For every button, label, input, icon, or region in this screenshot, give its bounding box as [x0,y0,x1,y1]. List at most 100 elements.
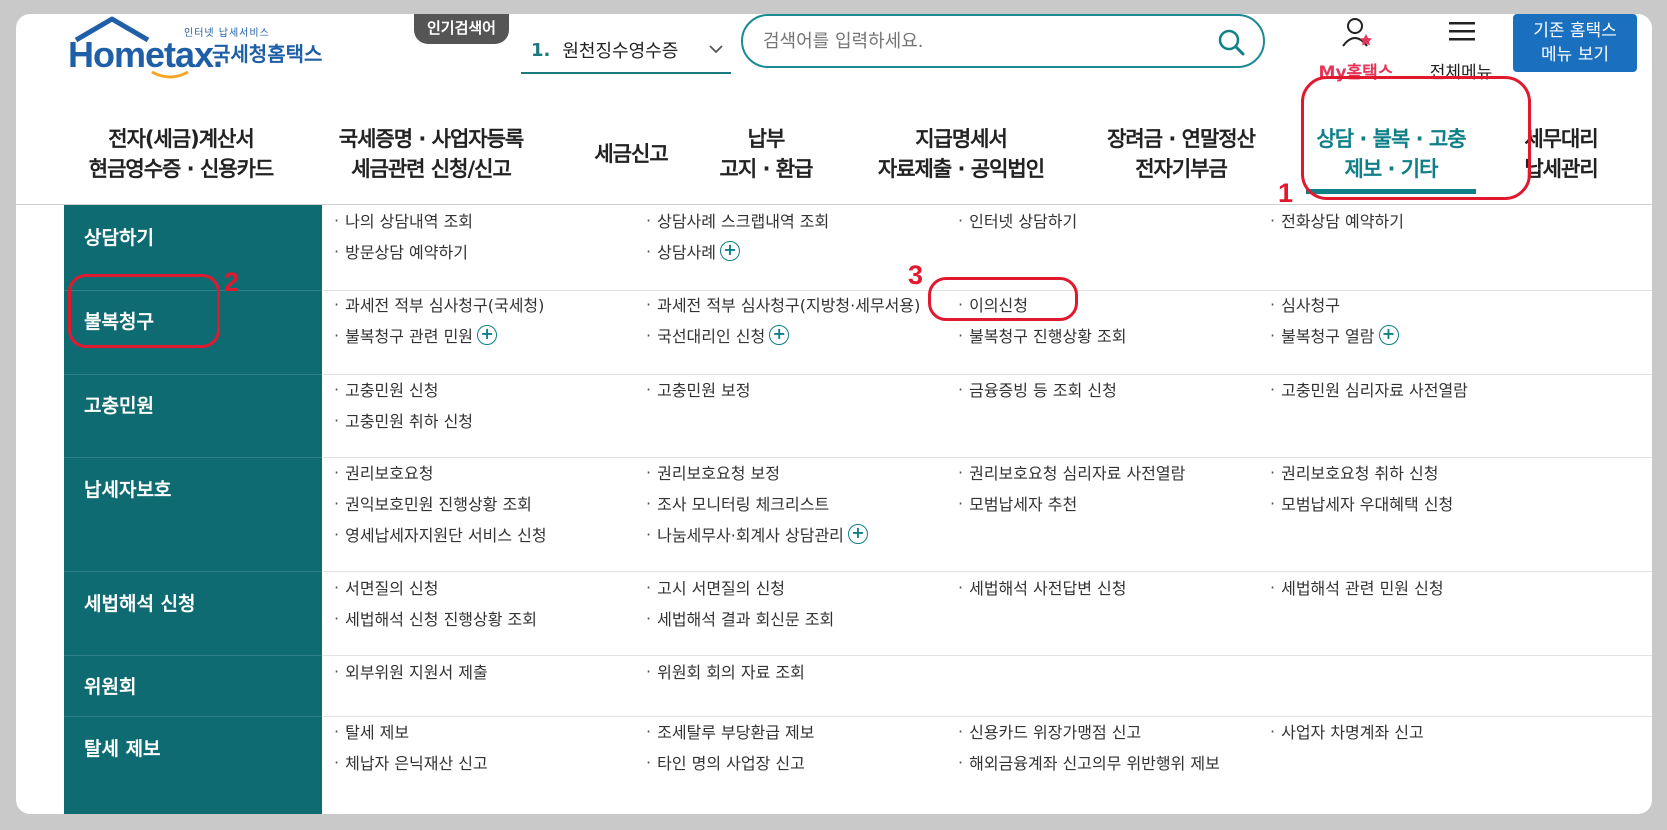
link-text: 세법해석 결과 회신문 조회 [657,610,835,629]
link-advance-ruling[interactable]: · 세법해석 사전답변 신청 [958,575,1126,599]
logo-wordmark: Hometax. [68,34,223,75]
my-hometax-button[interactable]: My홈택스 [1311,14,1401,84]
link-text: 모범납세자 우대혜택 신청 [1281,495,1454,514]
legacy-line2: 메뉴 보기 [1541,45,1609,65]
link-sharing-accountant[interactable]: · 나눔세무사·회계사 상담관리 + [646,522,868,546]
link-borrowed-account-report[interactable]: · 사업자 차명계좌 신고 [1270,719,1424,743]
annotation-box-3 [928,277,1078,321]
category-committee[interactable]: 위원회 [64,672,322,699]
link-rights-withdraw[interactable]: · 권리보호요청 취하 신청 [1270,460,1438,484]
link-audit-checklist[interactable]: · 조사 모니터링 체크리스트 [646,491,829,515]
gnb-label: 납부 [747,127,786,151]
search-box[interactable] [741,14,1265,68]
link-notice-written-inquiry[interactable]: · 고시 서면질의 신청 [646,575,785,599]
link-review-request[interactable]: · 심사청구 [1270,292,1340,316]
expand-plus-icon[interactable]: + [719,241,740,261]
link-committee-materials[interactable]: · 위원회 회의 자료 조회 [646,659,805,683]
link-offshore-account-report[interactable]: · 해외금융계좌 신고의무 위반행위 제보 [958,750,1220,774]
category-tax-evasion-report[interactable]: 탈세 제보 [64,734,322,761]
logo-korean: 국세청홈택스 [212,42,323,66]
link-rights-status[interactable]: · 권익보호민원 진행상황 조회 [334,491,532,515]
link-appeal-civil[interactable]: · 불복청구 관련 민원 + [334,323,498,347]
link-rights-protection[interactable]: · 권리보호요청 [334,460,433,484]
link-consult-cases[interactable]: · 상담사례 + [646,239,740,263]
link-nominee-business-report[interactable]: · 타인 명의 사업장 신고 [646,750,805,774]
link-text: 국선대리인 신청 [657,327,766,346]
link-visit-consult-reserve[interactable]: · 방문상담 예약하기 [334,239,468,263]
link-text: 사업자 차명계좌 신고 [1281,723,1424,742]
row-divider [322,655,1652,656]
gnb-item-payment-statement[interactable]: 지급명세서 자료제출 · 공익법인 [861,109,1061,199]
link-grievance-preview[interactable]: · 고충민원 심리자료 사전열람 [1270,377,1468,401]
gnb-item-invoice[interactable]: 전자(세금)계산서 현금영수증 · 신용카드 [66,109,296,199]
link-text: 인터넷 상담하기 [969,212,1078,231]
link-interpretation-status[interactable]: · 세법해석 신청 진행상황 조회 [334,606,537,630]
link-pre-audit-nts[interactable]: · 과세전 적부 심사청구(국세청) [334,292,544,316]
link-hidden-assets-report[interactable]: · 체납자 은닉재산 신고 [334,750,488,774]
link-phone-consult-reserve[interactable]: · 전화상담 예약하기 [1270,208,1404,232]
link-external-member-apply[interactable]: · 외부위원 지원서 제출 [334,659,488,683]
gnb-label: 세무대리 [1524,127,1598,151]
link-rights-preview[interactable]: · 권리보호요청 심리자료 사전열람 [958,460,1185,484]
link-grievance-withdraw[interactable]: · 고충민원 취하 신청 [334,408,473,432]
category-grievance[interactable]: 고충민원 [64,391,322,418]
link-pre-audit-regional[interactable]: · 과세전 적부 심사청구(지방청·세무서용) [646,292,920,316]
expand-plus-icon[interactable]: + [1378,325,1399,345]
row-divider [322,716,1652,717]
link-grievance-amend[interactable]: · 고충민원 보정 [646,377,751,401]
link-model-taxpayer-recommend[interactable]: · 모범납세자 추천 [958,491,1077,515]
link-interpretation-result[interactable]: · 세법해석 결과 회신문 조회 [646,606,834,630]
category-divider [64,374,322,375]
popular-search-dropdown[interactable]: 1. 원천징수영수증 [521,28,731,74]
gnb-label: 국세증명 · 사업자등록 [338,127,524,151]
link-interpretation-civil[interactable]: · 세법해석 관련 민원 신청 [1270,575,1444,599]
link-my-consult-history[interactable]: · 나의 상담내역 조회 [334,208,473,232]
link-text: 고충민원 신청 [345,381,439,400]
link-grievance-apply[interactable]: · 고충민원 신청 [334,377,439,401]
gnb-item-incentive[interactable]: 장려금 · 연말정산 전자기부금 [1086,109,1276,199]
gnb-item-certificate[interactable]: 국세증명 · 사업자등록 세금관련 신청/신고 [316,109,546,199]
legacy-menu-button[interactable]: 기존 홈택스 메뉴 보기 [1513,14,1637,72]
category-consult[interactable]: 상담하기 [64,223,322,250]
link-model-taxpayer-benefit[interactable]: · 모범납세자 우대혜택 신청 [1270,491,1453,515]
expand-plus-icon[interactable]: + [477,325,498,345]
link-text: 상담사례 [657,243,716,262]
link-appeal-view[interactable]: · 불복청구 열람 + [1270,323,1399,347]
link-text: 금융증빙 등 조회 신청 [969,381,1117,400]
expand-plus-icon[interactable]: + [769,325,790,345]
link-appeal-status[interactable]: · 불복청구 진행상황 조회 [958,323,1126,347]
search-input[interactable] [763,30,1243,52]
gnb-item-payment[interactable]: 납부고지 · 환급 [706,109,826,199]
search-icon[interactable] [1217,28,1245,56]
popular-search-label: 인기검색어 [414,14,509,44]
link-text: 불복청구 열람 [1281,327,1375,346]
link-text: 모범납세자 추천 [969,495,1078,514]
link-text: 고충민원 심리자료 사전열람 [1281,381,1468,400]
link-tax-evasion-report[interactable]: · 탈세 제보 [334,719,409,743]
link-text: 조세탈루 부당환급 제보 [657,723,815,742]
link-consult-scrap[interactable]: · 상담사례 스크랩내역 조회 [646,208,829,232]
link-text: 불복청구 관련 민원 [345,327,474,346]
link-text: 위원회 회의 자료 조회 [657,663,805,682]
logo-smile-icon [151,70,189,79]
category-taxpayer-protection[interactable]: 납세자보호 [64,475,322,502]
hometax-logo[interactable]: 인터넷 납세서비스 Hometax. 국세청홈택스 [66,14,356,84]
link-text: 서면질의 신청 [345,579,439,598]
link-improper-refund-report[interactable]: · 조세탈루 부당환급 제보 [646,719,814,743]
row-divider [322,571,1652,572]
category-tax-interpretation[interactable]: 세법해석 신청 [64,589,322,616]
row-divider [322,457,1652,458]
link-small-taxpayer-support[interactable]: · 영세납세자지원단 서비스 신청 [334,522,547,546]
link-text: 권리보호요청 보정 [657,464,780,483]
link-financial-proof[interactable]: · 금융증빙 등 조회 신청 [958,377,1117,401]
link-internet-consult[interactable]: · 인터넷 상담하기 [958,208,1077,232]
gnb-label: 고지 · 환급 [719,157,814,181]
gnb-item-tax-report[interactable]: 세금신고 [576,109,686,199]
link-text: 전화상담 예약하기 [1281,212,1404,231]
link-rights-amend[interactable]: · 권리보호요청 보정 [646,460,780,484]
all-menu-button[interactable]: 전체메뉴 [1416,14,1506,84]
link-written-inquiry[interactable]: · 서면질의 신청 [334,575,439,599]
expand-plus-icon[interactable]: + [847,524,868,544]
link-public-agent[interactable]: · 국선대리인 신청 + [646,323,790,347]
link-fake-merchant-report[interactable]: · 신용카드 위장가맹점 신고 [958,719,1141,743]
